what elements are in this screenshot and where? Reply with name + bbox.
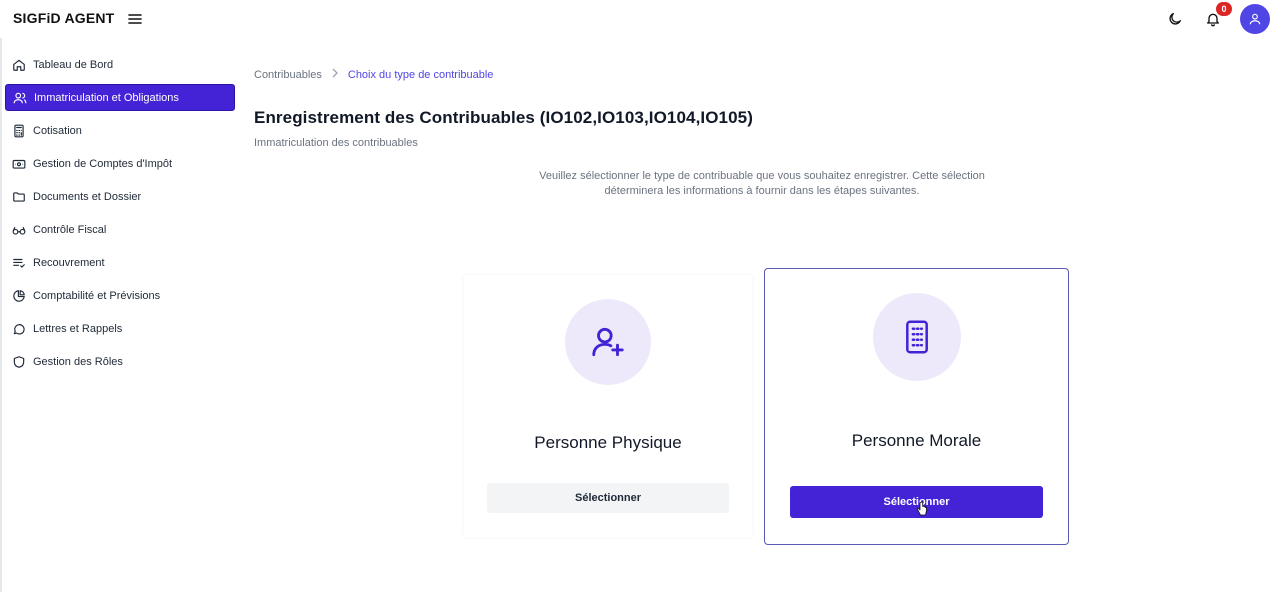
folder-icon: [13, 191, 25, 202]
select-personne-morale-button[interactable]: Sélectionner: [790, 486, 1043, 518]
sidebar-item-label: Contrôle Fiscal: [33, 223, 107, 236]
notification-badge: 0: [1216, 2, 1232, 16]
page-subtitle: Immatriculation des contribuables: [254, 137, 418, 149]
top-header: SIGFiD AGENT 0: [0, 0, 1280, 38]
sidebar-item-label: Recouvrement: [33, 256, 105, 269]
notifications-button[interactable]: 0: [1202, 2, 1232, 30]
sidebar-item-immatriculation[interactable]: Immatriculation et Obligations: [5, 84, 235, 111]
calculator-icon: [14, 124, 24, 137]
sidebar-item-recouvrement[interactable]: Recouvrement: [5, 249, 235, 276]
home-icon: [13, 59, 25, 71]
intro-line-1: Veuillez sélectionner le type de contrib…: [539, 170, 985, 182]
sidebar-item-documents[interactable]: Documents et Dossier: [5, 183, 235, 210]
pointer-cursor-icon: [916, 501, 927, 516]
message-icon: [13, 323, 25, 335]
sidebar-item-comptes-impot[interactable]: Gestion de Comptes d'Impôt: [5, 150, 235, 177]
breadcrumb-current: Choix du type de contribuable: [347, 68, 494, 81]
intro-text: Veuillez sélectionner le type de contrib…: [538, 169, 986, 199]
card-personne-physique[interactable]: Personne Physique Sélectionner: [464, 275, 752, 537]
app-root: SIGFiD AGENT 0 Tableau de Bord Immatricu…: [0, 0, 1280, 592]
users-icon: [13, 92, 27, 103]
pie-chart-icon: [13, 289, 25, 302]
building-icon: [905, 320, 928, 354]
page-title: Enregistrement des Contribuables (IO102,…: [254, 108, 753, 127]
intro-line-2: déterminera les informations à fournir d…: [604, 185, 920, 197]
avatar[interactable]: [1240, 4, 1270, 34]
chevron-right-icon: [331, 68, 339, 81]
sidebar-item-label: Comptabilité et Prévisions: [33, 289, 161, 302]
sidebar: Tableau de Bord Immatriculation et Oblig…: [0, 38, 240, 592]
card-icon-circle: [565, 299, 651, 385]
select-personne-physique-button[interactable]: Sélectionner: [487, 483, 729, 513]
sidebar-item-label: Gestion des Rôles: [33, 355, 123, 368]
card-title: Personne Morale: [851, 431, 982, 450]
sidebar-item-controle-fiscal[interactable]: Contrôle Fiscal: [5, 216, 235, 243]
shield-icon: [13, 355, 25, 368]
glasses-icon: [12, 226, 26, 235]
header-actions: 0: [1164, 2, 1270, 34]
main-content: Contribuables Choix du type de contribua…: [240, 38, 1280, 592]
moon-icon[interactable]: [1164, 8, 1186, 30]
sidebar-item-gestion-roles[interactable]: Gestion des Rôles: [5, 348, 235, 375]
user-icon: [1249, 13, 1261, 25]
sidebar-item-label: Tableau de Bord: [33, 58, 114, 71]
card-title: Personne Physique: [534, 433, 682, 452]
card-personne-morale[interactable]: Personne Morale Sélectionner: [764, 268, 1069, 545]
sidebar-item-label: Lettres et Rappels: [33, 322, 123, 335]
list-check-icon: [13, 258, 25, 268]
sidebar-item-cotisation[interactable]: Cotisation: [5, 117, 235, 144]
card-icon-circle: [872, 293, 961, 381]
breadcrumb: Contribuables Choix du type de contribua…: [254, 68, 493, 81]
wallet-icon: [12, 159, 26, 169]
sidebar-item-tableau-de-bord[interactable]: Tableau de Bord: [5, 51, 235, 78]
sidebar-item-label: Gestion de Comptes d'Impôt: [33, 157, 173, 170]
breadcrumb-root-link[interactable]: Contribuables: [254, 69, 322, 81]
menu-icon[interactable]: [126, 10, 144, 28]
brand-logo: SIGFiD AGENT: [13, 10, 115, 26]
sidebar-item-lettres-rappels[interactable]: Lettres et Rappels: [5, 315, 235, 342]
sidebar-item-comptabilite[interactable]: Comptabilité et Prévisions: [5, 282, 235, 309]
user-plus-icon: [592, 327, 624, 357]
sidebar-item-label: Cotisation: [33, 124, 82, 137]
sidebar-item-label: Documents et Dossier: [33, 190, 142, 203]
sidebar-item-label: Immatriculation et Obligations: [34, 91, 179, 104]
